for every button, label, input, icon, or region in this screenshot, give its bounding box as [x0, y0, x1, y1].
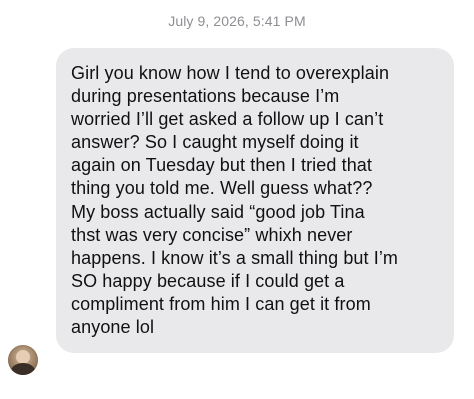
contact-avatar-icon[interactable] — [8, 345, 38, 375]
message-timestamp: July 9, 2026, 5:41 PM — [168, 13, 306, 29]
message-thread: July 9, 2026, 5:41 PM Girl you know how … — [0, 0, 474, 399]
incoming-message-bubble[interactable]: Girl you know how I tend to overexplain … — [56, 48, 454, 354]
incoming-message-row: Girl you know how I tend to overexplain … — [8, 48, 458, 378]
